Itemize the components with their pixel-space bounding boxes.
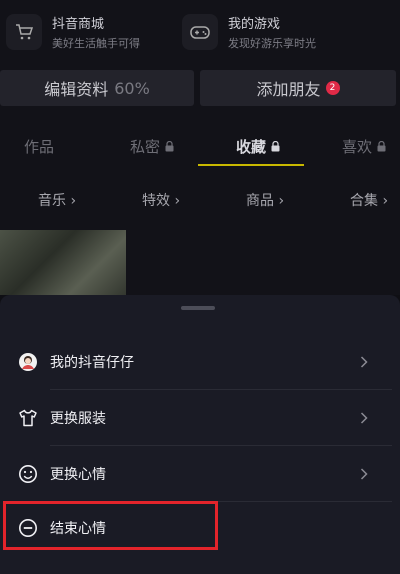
lock-icon xyxy=(377,138,386,156)
menu-item-label: 更换心情 xyxy=(50,466,106,483)
games-title: 我的游戏 xyxy=(228,17,281,32)
subtab-products[interactable]: 商品 › xyxy=(246,190,284,210)
add-friends-button[interactable]: 添加朋友 2 xyxy=(200,70,396,106)
chevron-right-icon xyxy=(360,355,374,368)
subtab-effects-label: 特效 xyxy=(142,193,170,209)
active-tab-indicator xyxy=(198,164,304,166)
highlight-box xyxy=(3,501,218,550)
tab-private-label: 私密 xyxy=(130,138,161,156)
edit-profile-button[interactable]: 编辑资料 60% xyxy=(0,70,194,106)
menu-item-label: 更换服装 xyxy=(50,410,106,427)
video-thumbnail[interactable] xyxy=(0,230,126,295)
subtab-collections[interactable]: 合集 › xyxy=(350,190,388,210)
menu-item-change-mood[interactable]: 更换心情 xyxy=(0,446,392,501)
tab-private[interactable]: 私密 xyxy=(130,136,174,157)
tab-favorites-label: 收藏 xyxy=(236,138,267,156)
tab-works-label: 作品 xyxy=(24,138,55,156)
lock-icon xyxy=(271,138,280,156)
shop-title: 抖音商城 xyxy=(52,17,105,32)
add-friends-label: 添加朋友 xyxy=(256,80,321,99)
tab-works[interactable]: 作品 xyxy=(24,136,54,157)
shirt-icon xyxy=(16,406,40,430)
avatar-icon xyxy=(16,350,40,374)
notification-badge: 2 xyxy=(325,81,340,95)
subtab-effects[interactable]: 特效 › xyxy=(142,190,180,210)
tab-likes-label: 喜欢 xyxy=(342,138,373,156)
chevron-right-icon: › xyxy=(174,193,181,209)
tab-likes[interactable]: 喜欢 xyxy=(342,136,386,157)
tab-favorites[interactable]: 收藏 xyxy=(236,136,280,157)
edit-profile-label: 编辑资料 xyxy=(44,80,109,99)
chevron-right-icon xyxy=(360,467,374,480)
subtab-music-label: 音乐 xyxy=(38,193,66,209)
chevron-right-icon: › xyxy=(278,193,285,209)
profile-progress: 60% xyxy=(114,78,150,98)
shop-subtitle: 美好生活触手可得 xyxy=(52,37,140,50)
menu-item-change-outfit[interactable]: 更换服装 xyxy=(0,390,392,445)
games-shortcut[interactable]: 我的游戏 发现好游乐享时光 xyxy=(182,6,316,58)
gamepad-icon xyxy=(182,14,218,50)
chevron-right-icon xyxy=(360,411,374,424)
sheet-drag-handle[interactable] xyxy=(181,306,215,310)
subtab-music[interactable]: 音乐 › xyxy=(38,190,76,210)
games-subtitle: 发现好游乐享时光 xyxy=(228,37,316,50)
lock-icon xyxy=(165,138,174,156)
cart-icon xyxy=(6,14,42,50)
chevron-right-icon: › xyxy=(70,193,77,209)
subtab-products-label: 商品 xyxy=(246,193,274,209)
chevron-right-icon: › xyxy=(382,193,389,209)
smiley-icon xyxy=(16,462,40,486)
subtab-collections-label: 合集 xyxy=(350,193,378,209)
shop-shortcut[interactable]: 抖音商城 美好生活触手可得 xyxy=(6,6,140,58)
menu-item-label: 我的抖音仔仔 xyxy=(50,354,134,371)
menu-item-my-avatar[interactable]: 我的抖音仔仔 xyxy=(0,334,392,389)
